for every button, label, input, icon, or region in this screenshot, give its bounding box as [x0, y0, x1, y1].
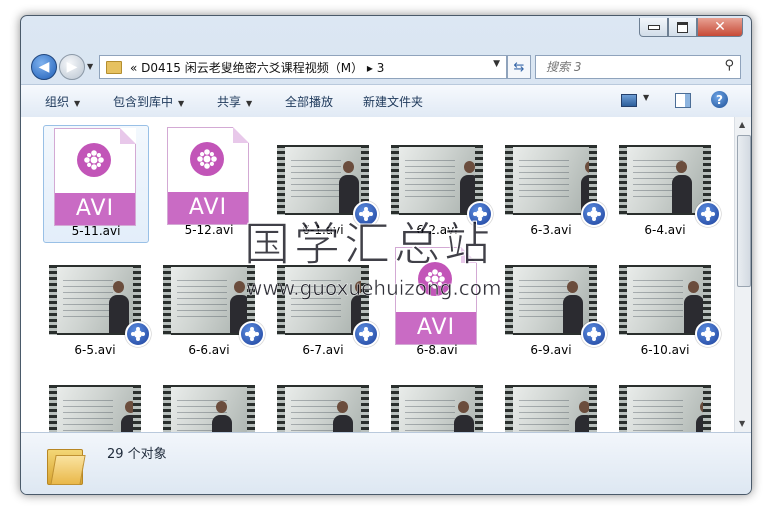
recent-pages-dropdown[interactable]: ▼: [87, 62, 95, 71]
scroll-up-arrow-icon[interactable]: ▲: [739, 120, 745, 129]
new-folder-button[interactable]: 新建文件夹: [363, 93, 423, 110]
address-dropdown-icon[interactable]: ▼: [493, 59, 500, 69]
chevron-down-icon: ▼: [74, 99, 81, 108]
view-options-icon[interactable]: [621, 94, 637, 107]
file-name: 6-9.avi: [530, 343, 572, 357]
organize-menu[interactable]: 组织 ▼: [45, 93, 80, 110]
minimize-button[interactable]: [639, 18, 668, 37]
file-item[interactable]: 6-5.avi: [43, 245, 151, 361]
organize-label: 组织: [45, 95, 70, 109]
file-item[interactable]: [271, 365, 375, 432]
watermark-url: www.guoxuehuizong.com: [246, 276, 502, 300]
avi-file-icon: AVI: [54, 128, 136, 226]
file-item[interactable]: 6-4.avi: [613, 125, 721, 241]
file-item[interactable]: [385, 365, 489, 432]
back-button[interactable]: ◀: [31, 54, 57, 80]
file-item[interactable]: 6-10.avi: [613, 245, 721, 361]
search-icon[interactable]: ⚲: [724, 58, 734, 73]
forward-button[interactable]: ▶: [59, 54, 85, 80]
video-thumbnail: [505, 385, 597, 432]
preview-pane-icon[interactable]: [675, 93, 691, 108]
search-box[interactable]: ⚲: [535, 55, 741, 79]
file-item[interactable]: [499, 365, 603, 432]
file-name: 6-7.avi: [302, 343, 344, 357]
search-input[interactable]: [544, 59, 718, 75]
file-name: 6-4.avi: [644, 223, 686, 237]
file-name: 5-11.avi: [71, 224, 121, 238]
file-name: 6-10.avi: [640, 343, 690, 357]
include-in-library-menu[interactable]: 包含到库中 ▼: [113, 93, 184, 110]
avi-label: AVI: [396, 312, 476, 344]
maximize-icon: [677, 21, 688, 33]
video-thumbnail: [391, 385, 483, 432]
file-item[interactable]: AVI 5-11.avi: [43, 125, 149, 243]
avi-label: AVI: [168, 192, 248, 224]
video-thumbnail: [49, 385, 141, 432]
command-bar: 组织 ▼ 包含到库中 ▼ 共享 ▼ 全部播放 新建文件夹 ▼ ?: [21, 84, 751, 118]
file-item[interactable]: [613, 365, 717, 432]
video-thumbnail: [619, 385, 711, 432]
video-thumbnail: [277, 385, 369, 432]
video-thumbnail: [163, 385, 255, 432]
item-count: 29 个对象: [107, 447, 167, 462]
breadcrumb[interactable]: « D0415 闲云老叟绝密六爻课程视频（M） ▸ 3: [130, 59, 384, 76]
scroll-down-arrow-icon[interactable]: ▼: [739, 419, 745, 428]
file-name: 6-6.avi: [188, 343, 230, 357]
scrollbar-thumb[interactable]: [737, 135, 751, 287]
avi-label: AVI: [55, 193, 135, 225]
minimize-icon: [647, 24, 660, 30]
film-reel-icon: [77, 143, 111, 177]
avi-file-icon: AVI: [167, 127, 249, 225]
back-arrow-icon: ◀: [38, 59, 50, 75]
navigation-bar: ◀ ▶ ▼ « D0415 闲云老叟绝密六爻课程视频（M） ▸ 3 ▼ ⇆ ⚲: [29, 52, 741, 82]
help-icon[interactable]: ?: [711, 91, 728, 108]
maximize-button[interactable]: [668, 18, 697, 37]
file-grid: AVI 5-11.avi AVI 5-12.avi 6-1.avi 6-2.avi 6-3.…: [21, 117, 734, 432]
chevron-down-icon: ▼: [246, 99, 253, 108]
chevron-down-icon: ▼: [178, 99, 185, 108]
folder-icon: [106, 60, 122, 74]
include-library-label: 包含到库中: [113, 95, 174, 109]
share-label: 共享: [217, 95, 242, 109]
close-icon: ✕: [714, 19, 726, 35]
file-item[interactable]: [43, 365, 147, 432]
refresh-icon: ⇆: [513, 59, 525, 75]
file-item[interactable]: 6-9.avi: [499, 245, 607, 361]
file-item[interactable]: [157, 365, 261, 432]
close-button[interactable]: ✕: [697, 18, 743, 37]
film-reel-icon: [190, 142, 224, 176]
share-menu[interactable]: 共享 ▼: [217, 93, 252, 110]
file-name: 6-8.avi: [416, 343, 458, 357]
vertical-scrollbar[interactable]: ▲ ▼: [734, 117, 751, 432]
view-dropdown-icon[interactable]: ▼: [643, 93, 649, 102]
refresh-button[interactable]: ⇆: [507, 55, 531, 79]
file-name: 6-5.avi: [74, 343, 116, 357]
address-bar[interactable]: « D0415 闲云老叟绝密六爻课程视频（M） ▸ 3 ▼: [99, 55, 507, 79]
details-pane: 29 个对象: [21, 432, 751, 494]
forward-arrow-icon: ▶: [66, 59, 78, 75]
file-item[interactable]: 6-3.avi: [499, 125, 607, 241]
folder-icon: [47, 445, 86, 485]
file-name: 6-3.avi: [530, 223, 572, 237]
watermark-chinese: 国学汇总站: [244, 217, 494, 272]
window-controls: ✕: [639, 18, 743, 37]
play-all-button[interactable]: 全部播放: [285, 93, 333, 110]
